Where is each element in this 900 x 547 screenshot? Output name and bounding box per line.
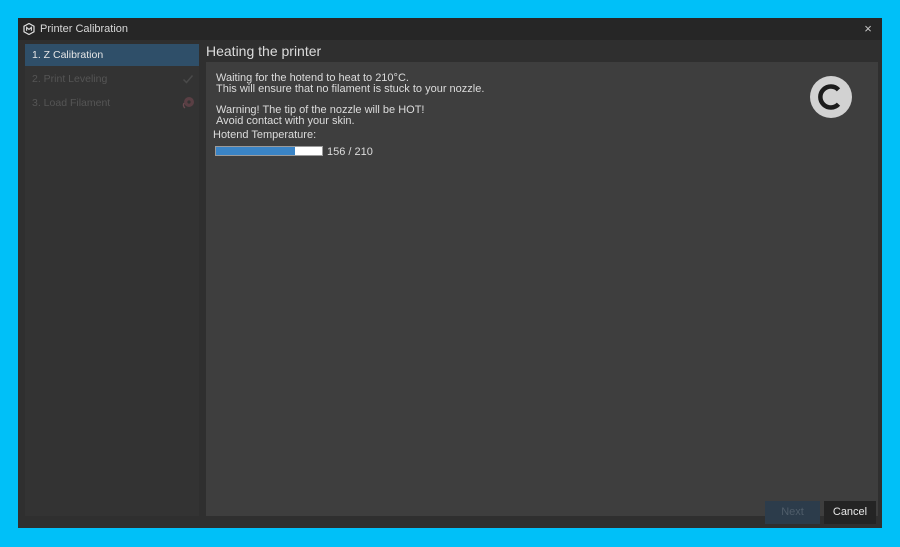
- cancel-button[interactable]: Cancel: [824, 501, 876, 524]
- sidebar-item-label: 3. Load Filament: [32, 97, 111, 109]
- next-button[interactable]: Next: [765, 501, 820, 524]
- sidebar-item-z-calibration[interactable]: 1. Z Calibration: [25, 44, 199, 66]
- app-logo-icon: [23, 23, 35, 35]
- heating-reason: This will ensure that no filament is stu…: [216, 83, 485, 95]
- hotend-temperature-progress: [215, 146, 323, 156]
- sidebar-item-load-filament[interactable]: 3. Load Filament: [25, 92, 199, 114]
- close-button[interactable]: ×: [860, 21, 876, 37]
- close-icon: ×: [864, 21, 872, 36]
- sidebar-item-label: 1. Z Calibration: [32, 49, 104, 61]
- progress-fill: [216, 147, 295, 155]
- hotend-temperature-value: 156 / 210: [327, 146, 373, 158]
- filament-spool-icon: [182, 97, 194, 109]
- title-bar[interactable]: Printer Calibration ×: [18, 18, 882, 40]
- window-title: Printer Calibration: [40, 23, 129, 35]
- brand-c-logo-icon: [810, 76, 852, 118]
- hotend-temperature-label: Hotend Temperature:: [213, 129, 317, 141]
- check-icon: [182, 75, 194, 84]
- skin-warning: Avoid contact with your skin.: [216, 115, 355, 127]
- sidebar-item-print-leveling[interactable]: 2. Print Leveling: [25, 68, 199, 90]
- calibration-window: Printer Calibration × 1. Z Calibration 2…: [18, 18, 882, 528]
- steps-sidebar: 1. Z Calibration 2. Print Leveling 3. Lo…: [25, 44, 199, 516]
- page-title: Heating the printer: [206, 43, 322, 59]
- sidebar-item-label: 2. Print Leveling: [32, 73, 108, 85]
- content-panel: Waiting for the hotend to heat to 210°C.…: [206, 62, 878, 516]
